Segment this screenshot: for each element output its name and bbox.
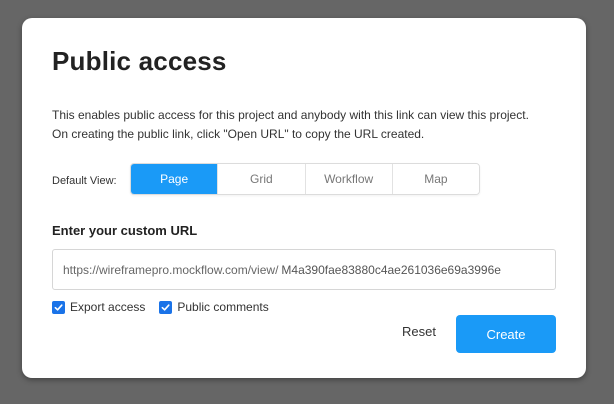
create-button[interactable]: Create <box>456 315 556 353</box>
dialog-title: Public access <box>52 46 227 76</box>
description-line-2: On creating the public link, click "Open… <box>52 127 425 141</box>
view-option-grid[interactable]: Grid <box>218 164 306 194</box>
export-access-option[interactable]: Export access <box>52 300 145 314</box>
default-view-segmented-control: Page Grid Workflow Map <box>130 163 480 195</box>
view-option-workflow[interactable]: Workflow <box>305 164 393 194</box>
description-line-1: This enables public access for this proj… <box>52 108 529 122</box>
view-option-page[interactable]: Page <box>131 164 219 194</box>
custom-url-field: https://wireframepro.mockflow.com/view/ <box>52 249 556 290</box>
checkmark-icon <box>54 303 63 311</box>
default-view-label: Default View: <box>52 175 117 187</box>
export-access-checkbox[interactable] <box>52 300 65 314</box>
public-comments-checkbox[interactable] <box>159 300 173 314</box>
reset-button[interactable]: Reset <box>402 324 436 339</box>
public-comments-label: Public comments <box>177 300 269 314</box>
view-option-map[interactable]: Map <box>392 164 479 194</box>
public-access-dialog: Public access This enables public access… <box>22 18 586 378</box>
custom-url-input[interactable] <box>278 262 522 277</box>
public-comments-option[interactable]: Public comments <box>159 300 269 314</box>
access-options: Export access Public comments <box>52 300 283 314</box>
dialog-description: This enables public access for this proj… <box>52 106 562 144</box>
url-prefix: https://wireframepro.mockflow.com/view/ <box>63 262 279 277</box>
export-access-label: Export access <box>70 300 146 314</box>
custom-url-label: Enter your custom URL <box>52 223 198 238</box>
checkmark-icon <box>161 303 170 311</box>
